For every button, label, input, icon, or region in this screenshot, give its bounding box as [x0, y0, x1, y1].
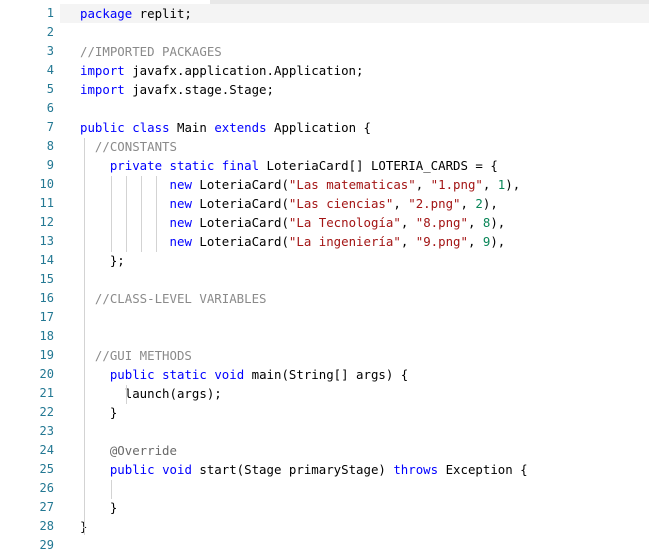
- code-token-plain: }: [80, 405, 118, 420]
- code-token-str: "La Tecnología": [288, 215, 401, 230]
- code-token-kw: package: [80, 6, 133, 21]
- code-line[interactable]: private static final LoteriaCard[] LOTER…: [80, 156, 498, 175]
- code-token-plain: javafx.stage.Stage;: [124, 82, 274, 97]
- code-token-plain: ,: [467, 215, 483, 230]
- code-token-kw: void: [162, 462, 192, 477]
- code-token-plain: start(Stage primaryStage): [191, 462, 394, 477]
- code-token-kw: new: [169, 177, 192, 192]
- indent-guide: [126, 176, 127, 252]
- code-token-str: "2.png": [408, 196, 461, 211]
- code-line[interactable]: new LoteriaCard("La ingeniería", "9.png"…: [80, 232, 506, 251]
- code-token-plain: ,: [460, 196, 476, 211]
- code-token-plain: ),: [490, 234, 506, 249]
- code-token-plain: ,: [415, 177, 431, 192]
- code-token-str: "1.png": [430, 177, 483, 192]
- indent-guide: [156, 176, 157, 252]
- code-line[interactable]: }: [80, 403, 117, 422]
- code-token-plain: };: [80, 253, 125, 268]
- code-token-kw: new: [169, 196, 192, 211]
- code-token-plain: ,: [482, 177, 498, 192]
- code-token-kw: throws: [393, 462, 439, 477]
- code-line[interactable]: public class Main extends Application {: [80, 118, 371, 137]
- code-line[interactable]: //IMPORTED PACKAGES: [80, 42, 222, 61]
- code-token-kw: new: [169, 215, 192, 230]
- code-token-plain: launch(args);: [80, 386, 222, 401]
- code-token-kw: extends: [214, 120, 267, 135]
- code-token-cm: //GUI METHODS: [80, 348, 192, 363]
- code-token-kw: final: [221, 158, 260, 173]
- code-line[interactable]: package replit;: [80, 4, 192, 23]
- code-token-plain: ,: [400, 234, 416, 249]
- code-token-plain: Exception {: [438, 462, 528, 477]
- indent-guide: [84, 138, 85, 535]
- code-line[interactable]: new LoteriaCard("Las matematicas", "1.pn…: [80, 175, 521, 194]
- code-token-plain: LoteriaCard(: [191, 196, 289, 211]
- code-line[interactable]: }: [80, 498, 117, 517]
- code-line[interactable]: //CLASS-LEVEL VARIABLES: [80, 289, 267, 308]
- code-line[interactable]: launch(args);: [80, 384, 222, 403]
- code-token-kw: public: [80, 120, 125, 135]
- code-line[interactable]: @Override: [80, 441, 177, 460]
- code-line[interactable]: import javafx.application.Application;: [80, 61, 363, 80]
- code-token-plain: main(String[] args) {: [244, 367, 409, 382]
- code-token-str: "La ingeniería": [288, 234, 401, 249]
- code-token-plain: javafx.application.Application;: [124, 63, 364, 78]
- code-token-str: "Las matematicas": [288, 177, 416, 192]
- code-line[interactable]: import javafx.stage.Stage;: [80, 80, 274, 99]
- code-token-str: "9.png": [415, 234, 468, 249]
- code-token-kw: class: [132, 120, 170, 135]
- code-area[interactable]: package replit; //IMPORTED PACKAGES import…: [0, 0, 649, 552]
- code-token-kw: import: [80, 63, 125, 78]
- code-token-plain: ,: [393, 196, 409, 211]
- code-token-str: "8.png": [415, 215, 468, 230]
- code-token-cm: //CLASS-LEVEL VARIABLES: [80, 291, 267, 306]
- code-token-kw: import: [80, 82, 125, 97]
- indent-guide: [111, 480, 112, 499]
- code-token-kw: void: [214, 367, 245, 382]
- code-token-cm: //IMPORTED PACKAGES: [80, 44, 222, 59]
- code-token-kw: static: [162, 367, 207, 382]
- code-token-kw: public: [109, 462, 155, 477]
- code-line[interactable]: public static void main(String[] args) {: [80, 365, 408, 384]
- code-token-plain: replit;: [132, 6, 192, 21]
- indent-guide: [141, 176, 142, 252]
- code-token-plain: LoteriaCard(: [191, 177, 289, 192]
- code-token-an: @Override: [80, 443, 177, 458]
- code-token-num: 2: [475, 196, 483, 211]
- code-token-plain: ),: [490, 215, 506, 230]
- indent-guide: [126, 385, 127, 404]
- code-token-kw: new: [169, 234, 192, 249]
- code-token-kw: private: [109, 158, 163, 173]
- code-token-kw: static: [169, 158, 215, 173]
- code-token-plain: Main: [169, 120, 215, 135]
- code-line[interactable]: new LoteriaCard("La Tecnología", "8.png"…: [80, 213, 506, 232]
- code-token-plain: LoteriaCard(: [191, 234, 289, 249]
- code-token-plain: ,: [467, 234, 483, 249]
- code-line[interactable]: new LoteriaCard("Las ciencias", "2.png",…: [80, 194, 498, 213]
- code-token-str: "Las ciencias": [288, 196, 394, 211]
- code-line[interactable]: public void start(Stage primaryStage) th…: [80, 460, 528, 479]
- code-token-plain: ),: [482, 196, 498, 211]
- code-editor[interactable]: 1 2 3 4 5 6 7 8 9 10 11 12 13 14 15 16 17 18 19 20 21 22 23 24 2…: [0, 0, 649, 552]
- code-line[interactable]: //CONSTANTS: [80, 137, 177, 156]
- code-line[interactable]: //GUI METHODS: [80, 346, 192, 365]
- code-line[interactable]: };: [80, 251, 125, 270]
- code-token-kw: public: [109, 367, 155, 382]
- code-token-plain: LoteriaCard[] LOTERIA_CARDS = {: [259, 158, 498, 173]
- code-token-plain: ),: [505, 177, 521, 192]
- code-token-plain: ,: [400, 215, 416, 230]
- code-token-cm: //CONSTANTS: [80, 139, 177, 154]
- code-token-plain: LoteriaCard(: [191, 215, 289, 230]
- code-token-plain: Application {: [266, 120, 371, 135]
- indent-guide: [111, 176, 112, 252]
- code-token-plain: }: [80, 500, 118, 515]
